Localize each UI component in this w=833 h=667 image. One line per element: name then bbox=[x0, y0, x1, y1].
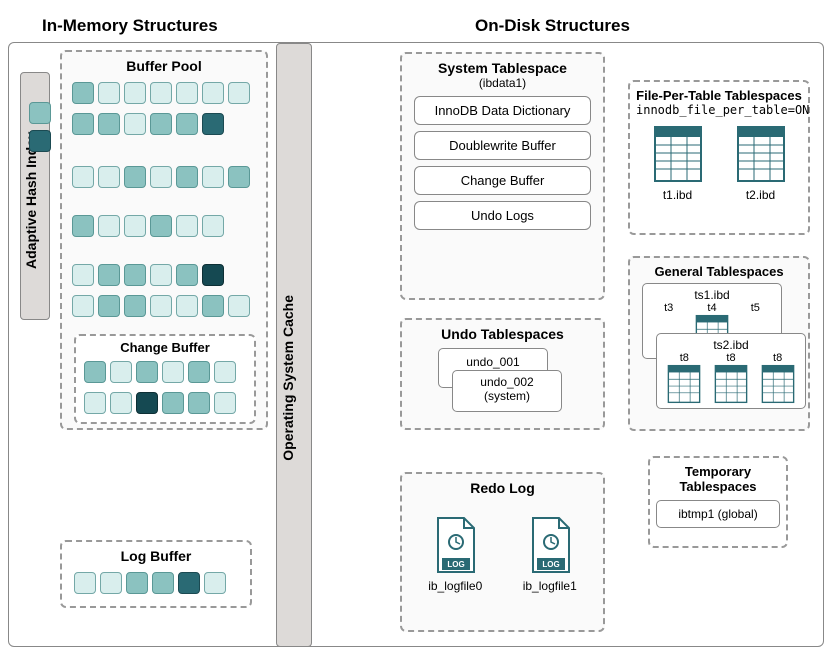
sys-item-change-buffer: Change Buffer bbox=[414, 166, 591, 195]
redo-file-1: ib_logfile1 bbox=[523, 579, 577, 593]
sys-item-data-dict: InnoDB Data Dictionary bbox=[414, 96, 591, 125]
diagram-root: O_DIRECT In-Memory Structures On-Disk St… bbox=[0, 0, 833, 667]
log-file-icon: LOG bbox=[432, 516, 478, 574]
temp-tablespaces-title: Temporary Tablespaces bbox=[656, 464, 780, 494]
system-tablespace-subtitle: (ibdata1) bbox=[414, 76, 591, 90]
ts2-name: ts2.ibd bbox=[661, 338, 801, 352]
on-disk-title: On-Disk Structures bbox=[475, 16, 630, 36]
log-file-icon: LOG bbox=[527, 516, 573, 574]
fpt-file-0: t1.ibd bbox=[653, 188, 703, 202]
table-icon bbox=[761, 364, 795, 404]
os-cache-label: Operating System Cache bbox=[280, 295, 310, 461]
ts1-t1: t4 bbox=[707, 302, 716, 314]
file-per-table: File-Per-Table Tablespaces innodb_file_p… bbox=[628, 80, 810, 235]
table-icon bbox=[667, 364, 701, 404]
svg-text:LOG: LOG bbox=[542, 560, 559, 569]
log-buffer: Log Buffer bbox=[60, 540, 252, 608]
undo-tablespaces-title: Undo Tablespaces bbox=[408, 326, 597, 342]
ts1-name: ts1.ibd bbox=[647, 288, 777, 302]
system-tablespace-title: System Tablespace bbox=[414, 60, 591, 76]
ts2-t1: t8 bbox=[726, 352, 735, 364]
buffer-pool-title: Buffer Pool bbox=[62, 58, 266, 74]
sys-item-doublewrite: Doublewrite Buffer bbox=[414, 131, 591, 160]
file-per-table-title: File-Per-Table Tablespaces bbox=[636, 88, 802, 103]
ts1-t0: t3 bbox=[664, 302, 673, 314]
table-icon bbox=[714, 364, 748, 404]
general-tablespaces: General Tablespaces ts1.ibd t3 t4 t5 ts2… bbox=[628, 256, 810, 431]
temp-file: ibtmp1 (global) bbox=[656, 500, 780, 528]
file-per-table-config: innodb_file_per_table=ON bbox=[636, 103, 802, 117]
redo-log: Redo Log LOG ib_logfile0 LOG ib_logfile1 bbox=[400, 472, 605, 632]
table-icon bbox=[736, 125, 786, 183]
undo-tablespaces: Undo Tablespaces undo_001 undo_002 (syst… bbox=[400, 318, 605, 430]
general-tablespaces-title: General Tablespaces bbox=[636, 264, 802, 279]
general-group-2: ts2.ibd t8 t8 t8 bbox=[656, 333, 806, 409]
change-buffer: Change Buffer bbox=[74, 334, 256, 424]
temporary-tablespaces: Temporary Tablespaces ibtmp1 (global) bbox=[648, 456, 788, 548]
ts1-t2: t5 bbox=[751, 302, 760, 314]
redo-log-files: LOG ib_logfile0 LOG ib_logfile1 bbox=[408, 516, 597, 593]
table-icon bbox=[653, 125, 703, 183]
in-memory-title: In-Memory Structures bbox=[42, 16, 218, 36]
buffer-pool: Buffer Pool Change Buffer bbox=[60, 50, 268, 430]
redo-log-title: Redo Log bbox=[408, 480, 597, 496]
sys-item-undo-logs: Undo Logs bbox=[414, 201, 591, 230]
redo-file-0: ib_logfile0 bbox=[428, 579, 482, 593]
fpt-file-1: t2.ibd bbox=[736, 188, 786, 202]
system-tablespace: System Tablespace (ibdata1) InnoDB Data … bbox=[400, 52, 605, 300]
undo-file-2: undo_002 (system) bbox=[452, 370, 562, 412]
log-buffer-title: Log Buffer bbox=[62, 548, 250, 564]
ts2-t2: t8 bbox=[773, 352, 782, 364]
change-buffer-title: Change Buffer bbox=[76, 340, 254, 355]
svg-text:LOG: LOG bbox=[448, 560, 465, 569]
buffer-pool-grid bbox=[62, 80, 266, 324]
ts2-t0: t8 bbox=[680, 352, 689, 364]
